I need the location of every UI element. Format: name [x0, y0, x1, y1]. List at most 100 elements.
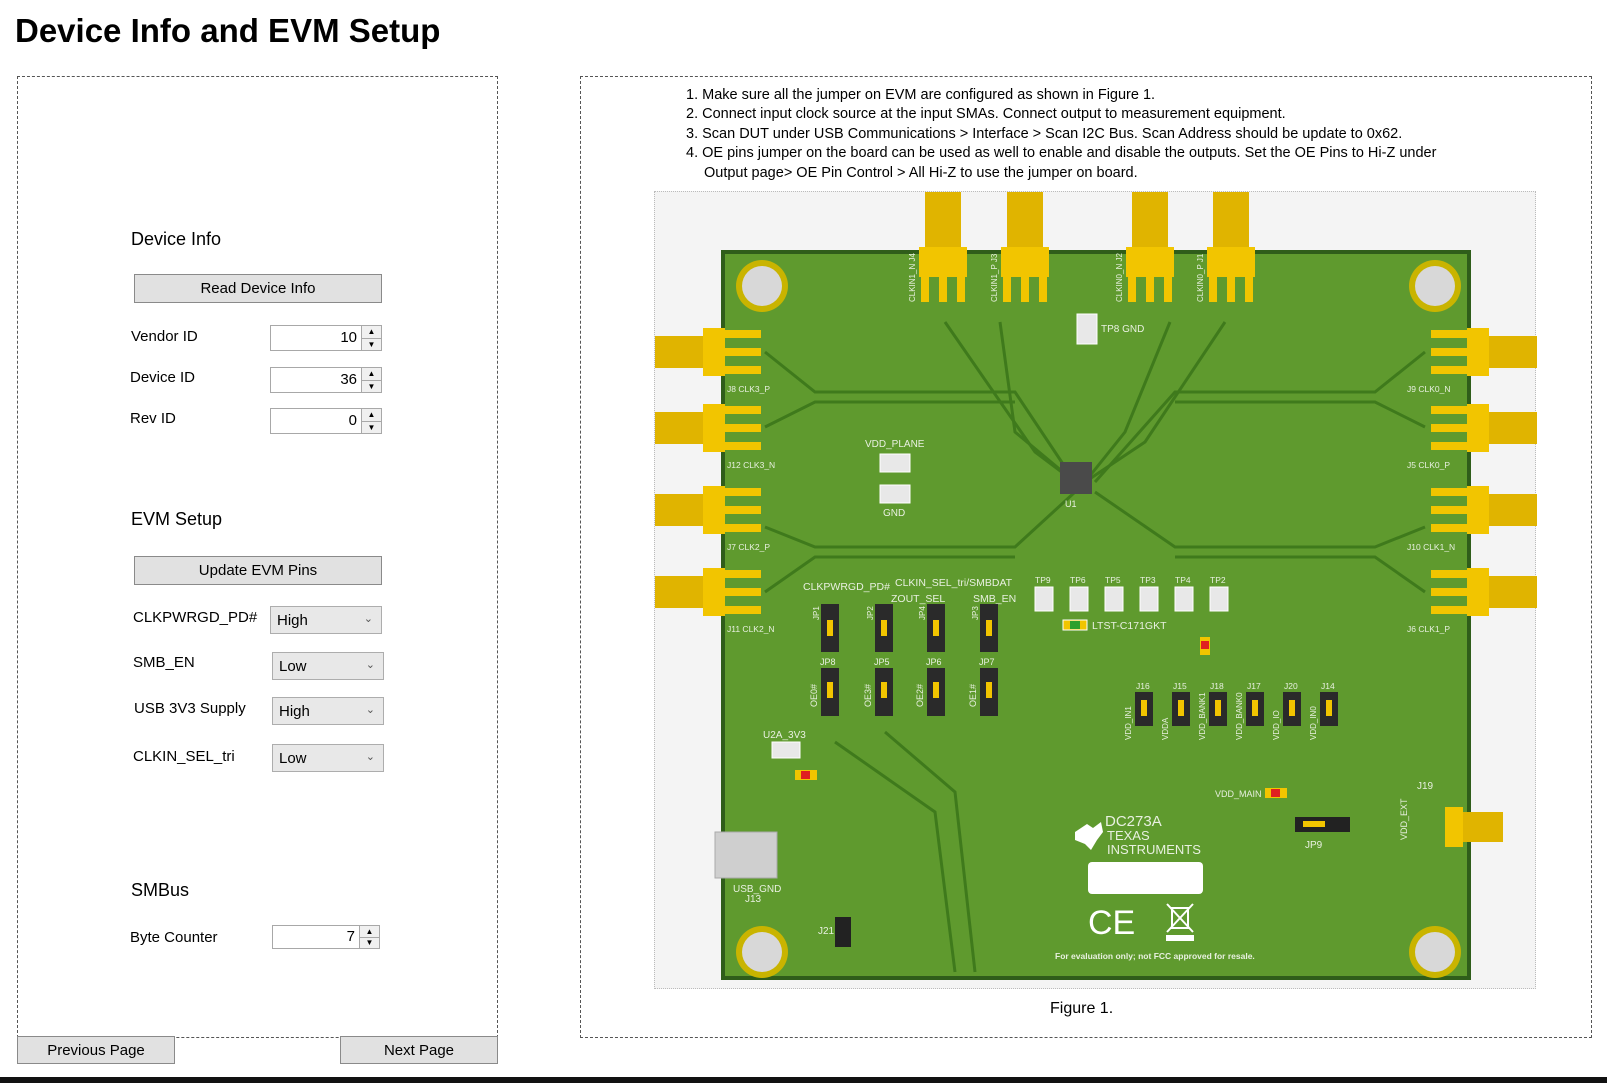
usb-connector	[714, 831, 778, 879]
clkpwrgd-select[interactable]: High ⌄	[270, 606, 382, 634]
byte-counter-label: Byte Counter	[130, 929, 218, 946]
jp9-label: JP9	[1305, 840, 1323, 851]
svg-text:VDD_BANK1: VDD_BANK1	[1198, 692, 1207, 740]
byte-counter-value[interactable]: 7	[272, 925, 360, 949]
j21-label: J21	[818, 926, 835, 937]
label-area	[1088, 862, 1203, 894]
svg-text:JP3: JP3	[971, 606, 980, 620]
svg-text:JP1: JP1	[812, 606, 821, 620]
svg-text:J16: J16	[1136, 681, 1150, 691]
device-info-title: Device Info	[131, 229, 222, 249]
update-evm-pins-button[interactable]: Update EVM Pins	[134, 556, 382, 585]
svg-text:JP2: JP2	[866, 606, 875, 620]
led-part-label: LTST-C171GKT	[1092, 620, 1167, 632]
testpoint-label: TP3	[1140, 575, 1156, 585]
u2a-testpoint	[771, 741, 801, 759]
connector-label: J12 CLK3_N	[727, 460, 775, 470]
svg-text:VDD_BANK0: VDD_BANK0	[1235, 692, 1244, 740]
smb-en-label: SMB_EN	[133, 654, 195, 671]
j21-header	[835, 917, 851, 947]
testpoint: TP6	[1069, 575, 1089, 612]
usb-3v3-select[interactable]: High ⌄	[272, 697, 384, 725]
device-id-spinner[interactable]: 36 ▲ ▼	[270, 367, 382, 393]
rev-id-label: Rev ID	[130, 410, 176, 427]
testpoint-label: TP2	[1210, 575, 1226, 585]
j13-label: J13	[745, 894, 762, 905]
vendor-id-spinner[interactable]: 10 ▲ ▼	[270, 325, 382, 351]
u1-label: U1	[1065, 499, 1077, 509]
testpoint: TP2	[1209, 575, 1229, 612]
mounting-hole-icon	[1409, 926, 1461, 978]
window-bottom-edge	[0, 1077, 1607, 1083]
connector-label: J5 CLK0_P	[1407, 460, 1450, 470]
connector-label: CLKIN1_N J4	[908, 253, 917, 302]
usb-3v3-value: High	[279, 702, 310, 720]
evm-board-image: CLKIN1_N J4 CLKIN1_P J3 CLKIN0_N J2 CLKIN0_…	[654, 191, 1537, 989]
evm-setup-title: EVM Setup	[131, 509, 223, 529]
clkin-sel-label: CLKIN_SEL_tri	[133, 748, 235, 765]
testpoint-label: TP9	[1035, 575, 1051, 585]
instruction-item: 3. Scan DUT under USB Communications > I…	[686, 125, 1403, 142]
decrement-icon[interactable]: ▼	[360, 937, 379, 948]
connector-label: J8 CLK3_P	[727, 384, 770, 394]
svg-text:JP5: JP5	[874, 657, 890, 667]
mounting-hole-icon	[736, 926, 788, 978]
previous-page-button[interactable]: Previous Page	[17, 1036, 175, 1064]
chevron-down-icon: ⌄	[363, 613, 373, 625]
decrement-icon[interactable]: ▼	[362, 421, 381, 433]
connector-label: CLKIN0_N J2	[1115, 253, 1124, 302]
instruction-list: 1. Make sure all the jumper on EVM are c…	[686, 86, 1446, 183]
ce-mark: CE	[1088, 904, 1135, 942]
tp1-testpoint	[879, 453, 911, 473]
clkin-sel-value: Low	[279, 749, 307, 767]
instruction-item: 1. Make sure all the jumper on EVM are c…	[686, 87, 1156, 103]
device-id-label: Device ID	[130, 369, 196, 386]
svg-text:OE0#: OE0#	[809, 684, 819, 707]
clkin-sel-select[interactable]: Low ⌄	[272, 744, 384, 772]
svg-text:OE3#: OE3#	[863, 684, 873, 707]
u1-chip	[1060, 462, 1092, 494]
j19-label: J19	[1417, 781, 1434, 792]
vdd-ext-sma-connector	[1445, 807, 1503, 847]
svg-text:J15: J15	[1173, 681, 1187, 691]
rev-id-value[interactable]: 0	[270, 408, 362, 434]
svg-text:J18: J18	[1210, 681, 1224, 691]
svg-text:JP7: JP7	[979, 657, 995, 667]
chevron-down-icon: ⌄	[365, 751, 375, 763]
read-device-info-button[interactable]: Read Device Info	[134, 274, 382, 303]
connector-label: J6 CLK1_P	[1407, 624, 1450, 634]
testpoint: TP5	[1104, 575, 1124, 612]
increment-icon[interactable]: ▲	[362, 409, 381, 422]
next-page-button[interactable]: Next Page	[340, 1036, 498, 1064]
device-id-value[interactable]: 36	[270, 367, 362, 393]
usb-3v3-label: USB 3V3 Supply	[134, 700, 246, 717]
svg-text:VDD_IN0: VDD_IN0	[1309, 706, 1318, 740]
mounting-hole-icon	[736, 260, 788, 312]
svg-text:OE1#: OE1#	[968, 684, 978, 707]
figure-caption: Figure 1.	[1050, 1000, 1114, 1017]
increment-icon[interactable]: ▲	[360, 926, 379, 938]
jumper-label: SMB_EN	[973, 593, 1016, 605]
instruction-item: 2. Connect input clock source at the inp…	[686, 106, 1286, 123]
increment-icon[interactable]: ▲	[362, 368, 381, 381]
brand-line2: INSTRUMENTS	[1107, 842, 1201, 857]
smb-en-select[interactable]: Low ⌄	[272, 652, 384, 680]
vendor-id-value[interactable]: 10	[270, 325, 362, 351]
testpoint-label: TP6	[1070, 575, 1086, 585]
rev-id-spinner[interactable]: 0 ▲ ▼	[270, 408, 382, 434]
svg-text:JP6: JP6	[926, 657, 942, 667]
chevron-down-icon: ⌄	[365, 659, 375, 671]
decrement-icon[interactable]: ▼	[362, 380, 381, 392]
u2a-label: U2A_3V3	[763, 730, 806, 741]
gnd-label: GND	[883, 508, 905, 519]
svg-text:OE2#: OE2#	[915, 684, 925, 707]
smbus-title: SMBus	[131, 880, 190, 900]
vdd-main-label: VDD_MAIN	[1215, 789, 1262, 799]
testpoint-label: TP4	[1175, 575, 1191, 585]
increment-icon[interactable]: ▲	[362, 326, 381, 339]
byte-counter-spinner[interactable]: 7 ▲ ▼	[272, 925, 380, 949]
jumper-label: ZOUT_SEL	[891, 593, 945, 605]
decrement-icon[interactable]: ▼	[362, 338, 381, 350]
tp7-testpoint	[879, 484, 911, 504]
connector-label: CLKIN1_P J3	[990, 253, 999, 302]
